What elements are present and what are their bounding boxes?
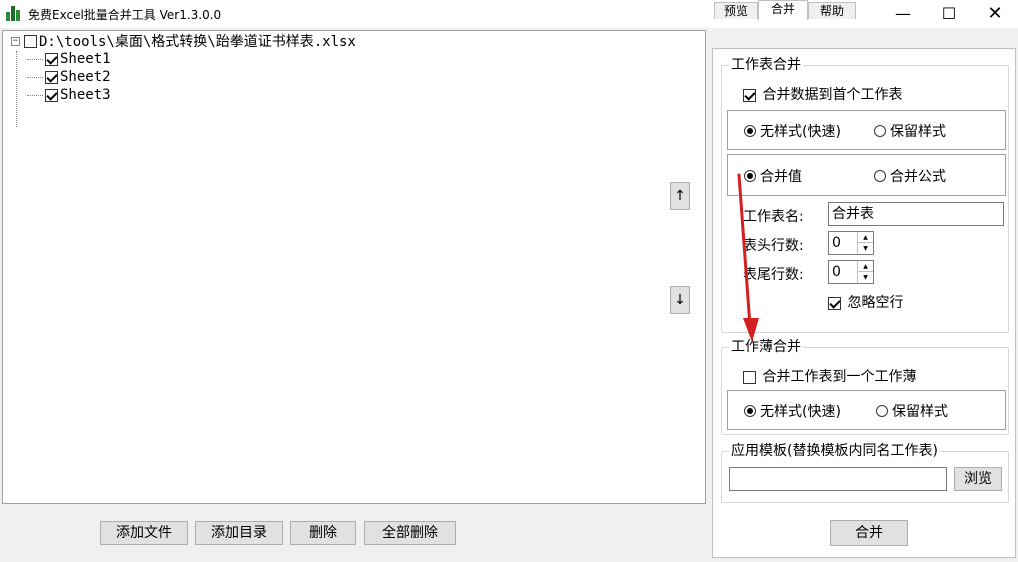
wb-no-style-radio[interactable]: [744, 405, 756, 417]
keep-style-label: 保留样式: [890, 124, 946, 140]
window-title: 免费Excel批量合并工具 Ver1.3.0.0: [28, 8, 222, 22]
collapse-icon[interactable]: −: [11, 36, 20, 46]
tab-help[interactable]: 帮助: [808, 2, 856, 19]
merge-value-option[interactable]: 合并值: [744, 166, 802, 186]
minimize-button[interactable]: —: [880, 0, 926, 28]
delete-all-button[interactable]: 全部删除: [364, 521, 456, 545]
close-button[interactable]: ✕: [972, 0, 1018, 28]
tree-connector: [16, 51, 17, 127]
move-up-button[interactable]: ↑: [670, 182, 690, 210]
merge-button[interactable]: 合并: [830, 520, 908, 546]
ignore-blank-option[interactable]: 忽略空行: [828, 292, 903, 312]
tree-item-sheet2[interactable]: Sheet2: [27, 68, 111, 86]
title-bar: 免费Excel批量合并工具 Ver1.3.0.0 — ☐ ✕: [0, 0, 1018, 28]
keep-style-radio[interactable]: [874, 125, 886, 137]
template-title: 应用模板(替换模板内同名工作表): [729, 443, 940, 459]
spin-up-icon[interactable]: ▲: [858, 232, 873, 243]
file-tree[interactable]: − D:\tools\桌面\格式转换\跆拳道证书样表.xlsx Sheet1 S…: [2, 30, 706, 504]
footer-rows-stepper[interactable]: 0 ▲ ▼: [828, 260, 874, 284]
spin-up-icon[interactable]: ▲: [858, 261, 873, 272]
no-style-option[interactable]: 无样式(快速): [744, 121, 841, 141]
merge-formula-label: 合并公式: [890, 169, 946, 185]
merge-value-radio[interactable]: [744, 170, 756, 182]
no-style-radio[interactable]: [744, 125, 756, 137]
sheet1-checkbox[interactable]: [45, 52, 58, 66]
template-path-input[interactable]: [729, 467, 947, 491]
wb-keep-style-radio[interactable]: [876, 405, 888, 417]
footer-rows-value: 0: [832, 264, 841, 280]
tab-merge[interactable]: 合并: [758, 0, 808, 20]
ignore-blank-label: 忽略空行: [847, 295, 904, 311]
merge-to-one-checkbox[interactable]: [743, 370, 756, 384]
workbook-style-options: 无样式(快速) 保留样式: [727, 390, 1006, 430]
ignore-blank-checkbox[interactable]: [828, 296, 841, 310]
merge-formula-option[interactable]: 合并公式: [874, 166, 946, 186]
file-path-label: D:\tools\桌面\格式转换\跆拳道证书样表.xlsx: [39, 34, 356, 50]
footer-rows-spinner[interactable]: ▲ ▼: [857, 261, 873, 283]
merge-to-first-checkbox[interactable]: [743, 88, 756, 102]
merge-to-first-label: 合并数据到首个工作表: [762, 87, 903, 103]
sheet-style-options: 无样式(快速) 保留样式: [727, 110, 1006, 150]
tree-connector: [27, 76, 43, 78]
tree-item-sheet1[interactable]: Sheet1: [27, 50, 111, 68]
tree-connector: [27, 94, 43, 96]
merge-to-one-option[interactable]: 合并工作表到一个工作薄: [743, 366, 916, 386]
add-directory-button[interactable]: 添加目录: [195, 521, 283, 545]
wb-no-style-option[interactable]: 无样式(快速): [744, 401, 841, 421]
sheet-merge-title: 工作表合并: [729, 57, 803, 73]
sheet3-checkbox[interactable]: [45, 88, 58, 102]
delete-button[interactable]: 删除: [290, 521, 356, 545]
no-style-label: 无样式(快速): [760, 124, 841, 140]
merge-to-first-option[interactable]: 合并数据到首个工作表: [743, 84, 902, 104]
tree-root-file[interactable]: − D:\tools\桌面\格式转换\跆拳道证书样表.xlsx: [11, 32, 356, 50]
browse-button[interactable]: 浏览: [954, 467, 1002, 491]
spin-down-icon[interactable]: ▼: [858, 243, 873, 254]
tab-preview[interactable]: 预览: [714, 2, 758, 19]
value-formula-options: 合并值 合并公式: [727, 154, 1006, 196]
add-file-button[interactable]: 添加文件: [100, 521, 188, 545]
footer-rows-label: 表尾行数:: [743, 267, 804, 283]
sheet3-label: Sheet3: [60, 87, 111, 103]
sheet-name-label: 工作表名:: [743, 209, 804, 225]
wb-no-style-label: 无样式(快速): [760, 404, 841, 420]
header-rows-label: 表头行数:: [743, 238, 804, 254]
tree-connector: [27, 58, 43, 60]
sheet1-label: Sheet1: [60, 51, 111, 67]
merge-formula-radio[interactable]: [874, 170, 886, 182]
file-checkbox[interactable]: [24, 34, 37, 48]
merge-to-one-label: 合并工作表到一个工作薄: [762, 369, 917, 385]
sheet-name-input[interactable]: 合并表: [828, 202, 1004, 226]
header-rows-stepper[interactable]: 0 ▲ ▼: [828, 231, 874, 255]
header-rows-value: 0: [832, 235, 841, 251]
app-icon: [6, 5, 22, 21]
spin-down-icon[interactable]: ▼: [858, 272, 873, 283]
wb-keep-style-option[interactable]: 保留样式: [876, 401, 948, 421]
keep-style-option[interactable]: 保留样式: [874, 121, 946, 141]
move-down-button[interactable]: ↓: [670, 286, 690, 314]
maximize-button[interactable]: ☐: [926, 0, 972, 28]
merge-value-label: 合并值: [760, 169, 802, 185]
tree-item-sheet3[interactable]: Sheet3: [27, 86, 111, 104]
sheet2-checkbox[interactable]: [45, 70, 58, 84]
workbook-merge-title: 工作薄合并: [729, 339, 803, 355]
wb-keep-style-label: 保留样式: [892, 404, 948, 420]
header-rows-spinner[interactable]: ▲ ▼: [857, 232, 873, 254]
merge-tab-panel: 工作表合并 合并数据到首个工作表 无样式(快速) 保留样式 合并值 合并公式 工…: [712, 48, 1016, 558]
sheet2-label: Sheet2: [60, 69, 111, 85]
